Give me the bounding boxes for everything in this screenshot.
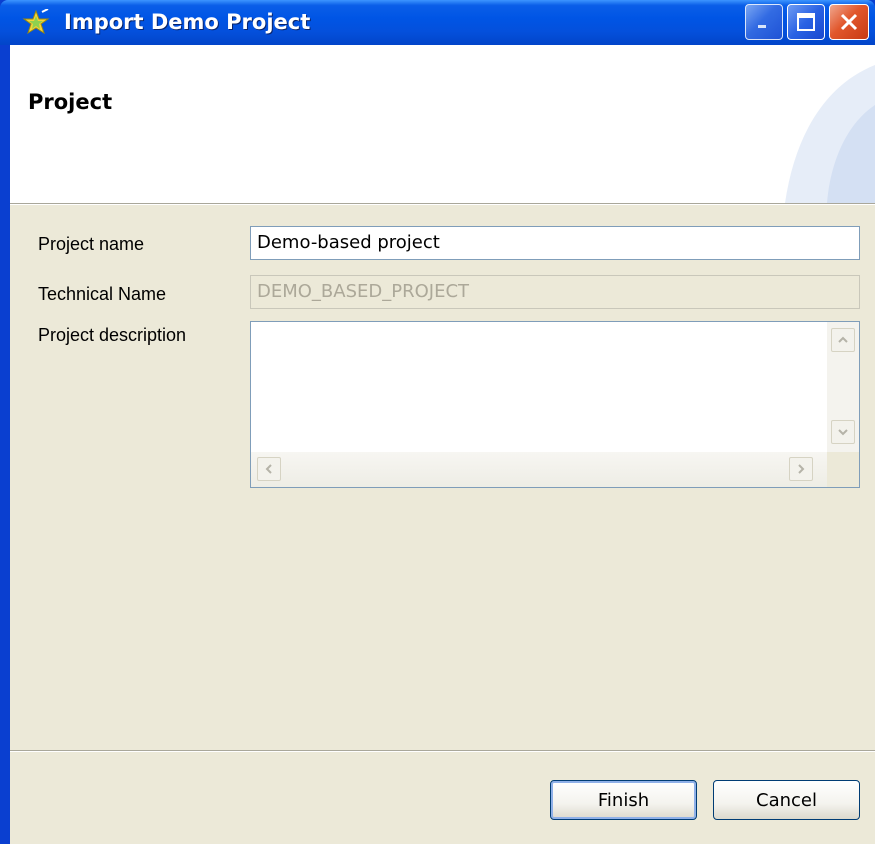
project-name-field[interactable]: Demo-based project — [250, 226, 860, 260]
footer-separator — [10, 750, 875, 752]
window-title: Import Demo Project — [64, 10, 311, 34]
minimize-button[interactable] — [745, 4, 783, 40]
technical-name-label: Technical Name — [38, 284, 167, 304]
cancel-button[interactable]: Cancel — [713, 780, 860, 820]
maximize-icon — [797, 13, 815, 31]
technical-name-field: DEMO_BASED_PROJECT — [250, 275, 860, 309]
scrollbar-corner — [827, 452, 859, 487]
wizard-header-banner: Project — [10, 45, 875, 203]
page-title: Project — [28, 90, 113, 114]
dialog-window: Import Demo Project Project Project name… — [0, 0, 875, 844]
project-name-label: Project name — [38, 234, 145, 254]
header-separator — [10, 203, 875, 205]
chevron-left-icon — [265, 464, 272, 474]
finish-button[interactable]: Finish — [550, 780, 697, 820]
project-description-label: Project description — [38, 325, 187, 345]
chevron-right-icon — [798, 464, 805, 474]
wizard-star-icon — [22, 9, 50, 35]
horizontal-scrollbar[interactable] — [251, 452, 827, 487]
chevron-up-icon — [838, 336, 848, 343]
close-button[interactable] — [829, 4, 869, 40]
chevron-down-icon — [838, 429, 848, 436]
close-icon — [840, 13, 858, 31]
scroll-up-button[interactable] — [831, 328, 855, 352]
vertical-scrollbar[interactable] — [827, 322, 859, 452]
scroll-left-button[interactable] — [257, 457, 281, 481]
scroll-down-button[interactable] — [831, 420, 855, 444]
minimize-icon — [758, 25, 766, 28]
scroll-right-button[interactable] — [789, 457, 813, 481]
dialog-client-area: Project Project name Demo-based project … — [10, 45, 875, 844]
maximize-button[interactable] — [787, 4, 825, 40]
banner-decoration — [785, 65, 875, 203]
project-description-textarea[interactable] — [250, 321, 860, 488]
title-bar[interactable]: Import Demo Project — [0, 0, 875, 45]
